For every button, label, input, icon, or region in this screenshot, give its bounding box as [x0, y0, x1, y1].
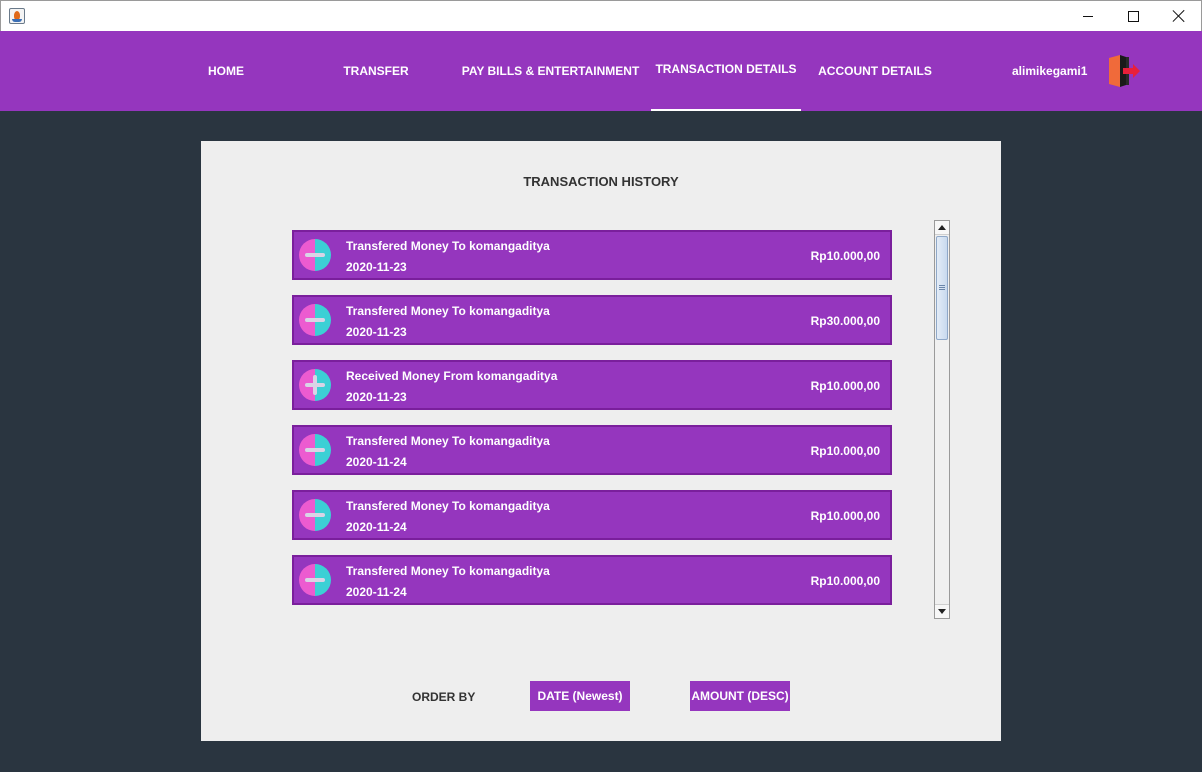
minus-circle-icon [299, 564, 331, 596]
nav-home-label: HOME [208, 64, 244, 78]
transaction-description: Transfered Money To komangaditya [346, 239, 550, 253]
minus-circle-icon [299, 434, 331, 466]
transaction-date: 2020-11-24 [346, 520, 407, 534]
transaction-amount: Rp10.000,00 [810, 379, 880, 393]
transaction-amount: Rp10.000,00 [810, 444, 880, 458]
nav-pay-bills[interactable]: PAY BILLS & ENTERTAINMENT [461, 31, 640, 111]
transaction-date: 2020-11-23 [346, 390, 407, 404]
nav-transfer-label: TRANSFER [343, 64, 409, 78]
minus-circle-icon [299, 499, 331, 531]
transaction-date: 2020-11-23 [346, 260, 407, 274]
nav-account-details[interactable]: ACCOUNT DETAILS [815, 31, 935, 111]
order-by-date-label: DATE (Newest) [537, 689, 623, 703]
plus-circle-icon [299, 369, 331, 401]
order-by-amount-button[interactable]: AMOUNT (DESC) [690, 681, 790, 711]
nav-pay-bills-label: PAY BILLS & ENTERTAINMENT [461, 64, 640, 78]
transaction-history-panel: TRANSACTION HISTORY Transfered Money To … [201, 141, 1001, 741]
close-icon [1172, 9, 1186, 23]
nav-bar: HOME TRANSFER PAY BILLS & ENTERTAINMENT … [0, 31, 1202, 111]
order-by-label: ORDER BY [412, 690, 476, 704]
minimize-icon [1083, 15, 1093, 17]
scroll-down-button[interactable] [935, 604, 949, 618]
transaction-amount: Rp10.000,00 [810, 249, 880, 263]
transaction-item[interactable]: Transfered Money To komangaditya 2020-11… [292, 555, 892, 605]
transaction-description: Transfered Money To komangaditya [346, 434, 550, 448]
panel-title: TRANSACTION HISTORY [523, 174, 679, 189]
order-by-date-button[interactable]: DATE (Newest) [530, 681, 630, 711]
minus-circle-icon [299, 239, 331, 271]
scrollbar-thumb[interactable] [936, 236, 948, 340]
transaction-amount: Rp10.000,00 [810, 509, 880, 523]
arrow-up-icon [938, 225, 946, 230]
transaction-description: Transfered Money To komangaditya [346, 499, 550, 513]
title-bar [0, 0, 1202, 31]
transaction-date: 2020-11-24 [346, 585, 407, 599]
nav-transaction-details[interactable]: TRANSACTION DETAILS [651, 31, 801, 111]
close-button[interactable] [1156, 1, 1202, 31]
vertical-scrollbar[interactable] [934, 220, 950, 619]
arrow-down-icon [938, 609, 946, 614]
transaction-item[interactable]: Transfered Money To komangaditya 2020-11… [292, 230, 892, 280]
transaction-item[interactable]: Transfered Money To komangaditya 2020-11… [292, 490, 892, 540]
maximize-button[interactable] [1110, 1, 1156, 31]
transaction-item[interactable]: Received Money From komangaditya 2020-11… [292, 360, 892, 410]
logout-door-icon[interactable] [1106, 55, 1140, 87]
transaction-item[interactable]: Transfered Money To komangaditya 2020-11… [292, 425, 892, 475]
scroll-up-button[interactable] [935, 221, 949, 235]
transaction-description: Transfered Money To komangaditya [346, 564, 550, 578]
transaction-amount: Rp30.000,00 [810, 314, 880, 328]
nav-home[interactable]: HOME [186, 31, 266, 111]
transaction-date: 2020-11-24 [346, 455, 407, 469]
maximize-icon [1127, 10, 1139, 22]
java-app-icon [9, 8, 25, 24]
minimize-button[interactable] [1065, 1, 1111, 31]
minus-circle-icon [299, 304, 331, 336]
grip-icon [939, 285, 945, 290]
username-label: alimikegami1 [1012, 64, 1088, 78]
transaction-date: 2020-11-23 [346, 325, 407, 339]
nav-account-details-label: ACCOUNT DETAILS [818, 64, 932, 78]
nav-transaction-details-label: TRANSACTION DETAILS [655, 62, 797, 76]
nav-transfer[interactable]: TRANSFER [326, 31, 426, 111]
transaction-description: Received Money From komangaditya [346, 369, 558, 383]
order-by-amount-label: AMOUNT (DESC) [691, 689, 789, 703]
transaction-item[interactable]: Transfered Money To komangaditya 2020-11… [292, 295, 892, 345]
transaction-amount: Rp10.000,00 [810, 574, 880, 588]
transaction-description: Transfered Money To komangaditya [346, 304, 550, 318]
